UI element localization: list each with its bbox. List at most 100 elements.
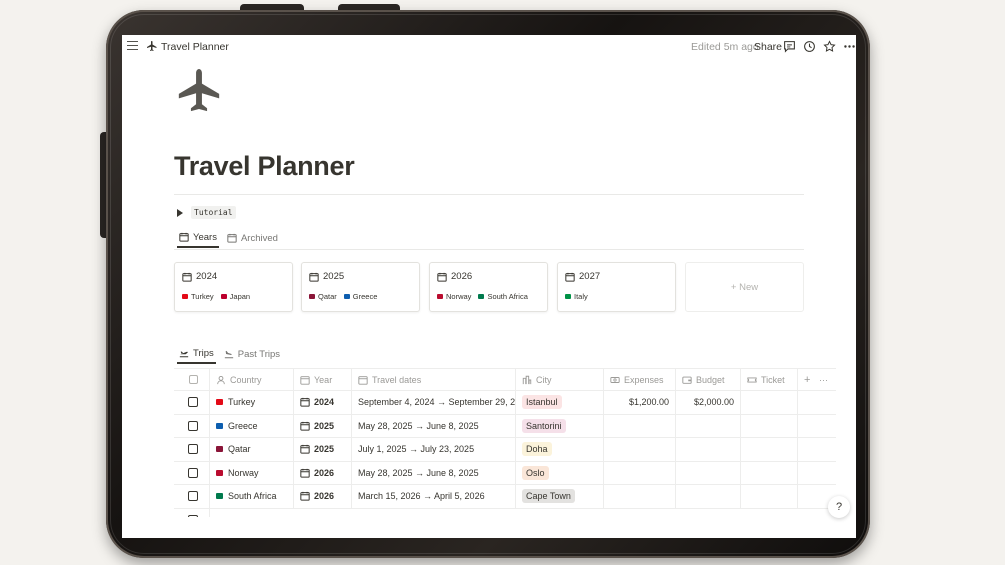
- table-row[interactable]: South Africa 2026 March 15, 2026 → April 5…: [174, 485, 836, 509]
- tab-archived[interactable]: Archived: [225, 228, 280, 248]
- new-year-card-button[interactable]: + New: [685, 262, 804, 312]
- country-tag: South Africa: [478, 292, 528, 301]
- more-icon[interactable]: [843, 40, 856, 53]
- country-cell[interactable]: Turkey: [210, 391, 294, 414]
- row-checkbox[interactable]: [188, 444, 198, 455]
- expenses-cell[interactable]: [604, 485, 676, 508]
- city-cell[interactable]: Doha: [516, 438, 604, 461]
- tab-years[interactable]: Years: [177, 228, 219, 248]
- year-card-2024[interactable]: 2024 Turkey Japan: [174, 262, 293, 312]
- tab-past-trips[interactable]: Past Trips: [222, 344, 282, 364]
- header-country[interactable]: Country: [210, 369, 294, 390]
- share-button[interactable]: Share: [754, 41, 782, 53]
- menu-icon[interactable]: [127, 41, 138, 51]
- country-name: Norway: [228, 467, 259, 478]
- country-tag: Turkey: [182, 292, 214, 301]
- city-cell[interactable]: Santorini: [516, 414, 604, 437]
- travel-dates-cell[interactable]: March 15, 2026 → April 5, 2026: [352, 485, 516, 508]
- row-checkbox[interactable]: [188, 420, 198, 431]
- table-row[interactable]: Qatar 2025 July 1, 2025 → July 23, 2025 Doh…: [174, 438, 836, 462]
- flag-icon: [565, 294, 571, 299]
- header-year[interactable]: Year: [294, 369, 352, 390]
- country-cell[interactable]: South Africa: [210, 485, 294, 508]
- country-cell[interactable]: Greece: [210, 414, 294, 437]
- header-expenses[interactable]: Expenses: [604, 369, 676, 390]
- year-card-header: 2024: [182, 271, 217, 282]
- city-cell[interactable]: Oslo: [516, 461, 604, 484]
- city-tag: Doha: [522, 442, 552, 457]
- flag-icon: [182, 294, 188, 299]
- header-travel-dates[interactable]: Travel dates: [352, 369, 516, 390]
- year-card-2025[interactable]: 2025 Qatar Greece: [301, 262, 420, 312]
- clock-icon[interactable]: [803, 40, 816, 53]
- year-cell[interactable]: 2024: [294, 391, 352, 414]
- year-cell[interactable]: 2026: [294, 485, 352, 508]
- expenses-cell[interactable]: [604, 461, 676, 484]
- table-row[interactable]: Greece 2025 May 28, 2025 → June 8, 2025 San…: [174, 414, 836, 438]
- city-cell[interactable]: Cape Town: [516, 485, 604, 508]
- travel-dates-cell[interactable]: May 28, 2025 → June 8, 2025: [352, 414, 516, 437]
- row-checkbox[interactable]: [188, 491, 198, 502]
- header-ticket[interactable]: Ticket: [741, 369, 798, 390]
- travel-dates-cell[interactable]: September 4, 2024 → September 29, 2024: [352, 391, 516, 414]
- tutorial-toggle[interactable]: Tutorial: [177, 206, 236, 219]
- expenses-cell[interactable]: $1,200.00: [604, 391, 676, 414]
- country-cell[interactable]: Norway: [210, 461, 294, 484]
- year-card-2027[interactable]: 2027 Italy: [557, 262, 676, 312]
- ticket-cell[interactable]: [741, 485, 798, 508]
- comment-icon[interactable]: [783, 40, 796, 53]
- row-checkbox[interactable]: [188, 514, 198, 517]
- notion-screen: Travel Planner Edited 5m ago Share Trave…: [122, 35, 856, 538]
- header-city[interactable]: City: [516, 369, 604, 390]
- budget-cell[interactable]: $2,000.00: [676, 391, 741, 414]
- tab-trips[interactable]: Trips: [177, 344, 216, 364]
- year-cell[interactable]: 2026: [294, 461, 352, 484]
- budget-cell[interactable]: [676, 461, 741, 484]
- city-tag: Santorini: [522, 418, 566, 433]
- row-checkbox[interactable]: [188, 467, 198, 478]
- country-name: South Africa: [228, 491, 277, 502]
- ticket-cell[interactable]: [741, 461, 798, 484]
- help-button[interactable]: ?: [828, 496, 850, 518]
- year-card-header: 2027: [565, 271, 600, 282]
- calendar-icon: [309, 272, 319, 282]
- country-cell[interactable]: Qatar: [210, 438, 294, 461]
- year-card-2026[interactable]: 2026 Norway South Africa: [429, 262, 548, 312]
- city-tag: Istanbul: [522, 395, 562, 410]
- table-row[interactable]: Norway 2026 May 28, 2025 → June 8, 2025 Osl…: [174, 461, 836, 485]
- tab-past-trips-label: Past Trips: [237, 348, 281, 360]
- year-card-countries: Turkey Japan: [182, 292, 250, 301]
- country-name: Greece: [228, 420, 258, 431]
- checkbox-cell: [174, 485, 210, 508]
- header-city-label: City: [536, 374, 552, 385]
- header-budget[interactable]: Budget: [676, 369, 741, 390]
- travel-dates-value: May 28, 2025 → June 8, 2025: [358, 420, 479, 431]
- year-cell[interactable]: 2025: [294, 414, 352, 437]
- ticket-cell[interactable]: [741, 438, 798, 461]
- table-row[interactable]: Turkey 2024 September 4, 2024 → September …: [174, 391, 836, 415]
- year-cell[interactable]: 2025: [294, 438, 352, 461]
- expenses-cell[interactable]: [604, 414, 676, 437]
- travel-dates-cell[interactable]: May 28, 2025 → June 8, 2025: [352, 461, 516, 484]
- table-more-button[interactable]: ···: [817, 369, 837, 390]
- row-checkbox[interactable]: [188, 397, 198, 408]
- page-airplane-icon[interactable]: [177, 67, 221, 115]
- star-icon[interactable]: [823, 40, 836, 53]
- country-tag-label: Qatar: [318, 292, 337, 301]
- ticket-cell[interactable]: [741, 391, 798, 414]
- budget-cell[interactable]: [676, 414, 741, 437]
- budget-cell[interactable]: [676, 485, 741, 508]
- year-card-countries: Italy: [565, 292, 588, 301]
- travel-dates-cell[interactable]: July 1, 2025 → July 23, 2025: [352, 438, 516, 461]
- breadcrumb-title[interactable]: Travel Planner: [161, 41, 229, 53]
- page-title[interactable]: Travel Planner: [174, 151, 355, 182]
- flag-icon: [343, 294, 350, 299]
- budget-cell[interactable]: [676, 438, 741, 461]
- header-year-label: Year: [314, 374, 333, 385]
- toggle-triangle-icon[interactable]: [177, 208, 183, 217]
- add-column-button[interactable]: +: [798, 369, 818, 390]
- city-cell[interactable]: Istanbul: [516, 391, 604, 414]
- ticket-cell[interactable]: [741, 414, 798, 437]
- year-card-header: 2026: [437, 271, 472, 282]
- expenses-cell[interactable]: [604, 438, 676, 461]
